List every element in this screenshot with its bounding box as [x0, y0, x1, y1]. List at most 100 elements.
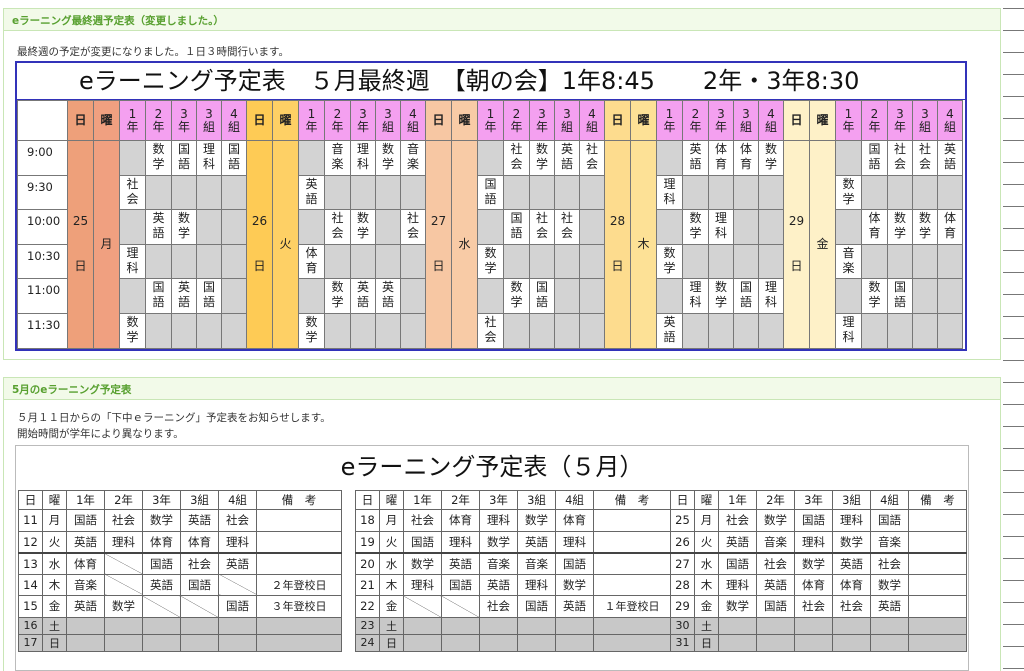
- remarks-cell: [593, 616, 671, 635]
- subject-cell: 国 語: [503, 209, 530, 245]
- empty-slot: [298, 209, 325, 245]
- rule-line: [1003, 162, 1024, 163]
- subject-cell: [142, 595, 181, 618]
- subject-cell: [555, 616, 594, 635]
- weekday-cell: 火: [379, 530, 404, 553]
- subject-cell: 音楽: [870, 530, 909, 553]
- column-header: 1年: [66, 490, 105, 510]
- date-cell: 11: [18, 509, 43, 532]
- subject-cell: 体 育: [708, 140, 734, 176]
- weekday-header: 曜: [93, 100, 120, 141]
- empty-slot: [861, 174, 888, 211]
- subject-cell: 英 語: [375, 278, 401, 314]
- subject-cell: [403, 616, 442, 635]
- remarks-cell: [908, 616, 967, 635]
- rule-line: [1003, 448, 1024, 449]
- empty-slot: [221, 278, 247, 314]
- subject-cell: 理科: [794, 530, 833, 553]
- empty-slot: [579, 312, 605, 349]
- subject-cell: 数 学: [477, 243, 504, 280]
- subject-cell: 国語: [517, 595, 556, 618]
- subject-cell: 数 学: [503, 278, 530, 314]
- empty-slot: [682, 312, 709, 349]
- subject-cell: 英 語: [350, 278, 376, 314]
- empty-slot: [375, 174, 401, 211]
- column-header: 4組: [218, 490, 257, 510]
- date-cell: 19: [355, 530, 380, 553]
- subject-cell: 社 会: [554, 209, 580, 245]
- date-cell: 26: [670, 530, 695, 553]
- date-cell: 25 日: [67, 140, 94, 349]
- empty-slot: [529, 174, 555, 211]
- class-header: 3 組: [554, 100, 580, 141]
- day-header: 日: [67, 100, 94, 141]
- weekday-header: 曜: [630, 100, 657, 141]
- subject-cell: 数 学: [119, 312, 146, 349]
- time-slot: 11:00: [17, 278, 68, 314]
- empty-slot: [477, 278, 504, 314]
- subject-cell: 体 育: [733, 140, 759, 176]
- subject-cell: 体 育: [298, 243, 325, 280]
- subject-cell: 国 語: [477, 174, 504, 211]
- class-header: 2 年: [503, 100, 530, 141]
- column-header: 3組: [517, 490, 556, 510]
- empty-slot: [350, 243, 376, 280]
- weekday-cell: 木: [694, 573, 719, 596]
- subject-cell: [479, 616, 518, 635]
- subject-cell: 国語: [794, 509, 833, 532]
- subject-cell: 理 科: [708, 209, 734, 245]
- class-header: 4 組: [221, 100, 247, 141]
- subject-cell: 数 学: [145, 140, 172, 176]
- empty-slot: [196, 243, 222, 280]
- subject-cell: 音 楽: [324, 140, 351, 176]
- class-header: 3 年: [350, 100, 376, 141]
- weekday-header: 曜: [451, 100, 478, 141]
- subject-cell: 数 学: [298, 312, 325, 349]
- empty-slot: [324, 243, 351, 280]
- subject-cell: 体 育: [861, 209, 888, 245]
- subject-cell: 理 科: [196, 140, 222, 176]
- rule-line: [1003, 250, 1024, 251]
- weekday-cell: 金: [42, 595, 67, 618]
- weekday-cell: 土: [694, 616, 719, 635]
- date-cell: 14: [18, 573, 43, 596]
- empty-slot: [554, 312, 580, 349]
- subject-cell: 社 会: [503, 140, 530, 176]
- subject-cell: 体 育: [937, 209, 963, 245]
- subject-cell: 国語: [555, 551, 594, 575]
- remarks-cell: １年登校日: [593, 595, 671, 618]
- rule-line: [1003, 338, 1024, 339]
- subject-cell: 数学: [142, 509, 181, 532]
- subject-cell: 英 語: [171, 278, 197, 314]
- remarks-cell: [593, 509, 671, 532]
- empty-slot: [579, 209, 605, 245]
- subject-cell: 英語: [218, 551, 257, 575]
- weekday-cell: 水: [694, 551, 719, 575]
- subject-cell: [756, 633, 795, 652]
- empty-slot: [758, 312, 784, 349]
- subject-cell: 理科: [517, 573, 556, 596]
- class-header: 3 年: [171, 100, 197, 141]
- class-header: 3 組: [912, 100, 938, 141]
- subject-cell: 数 学: [887, 209, 913, 245]
- empty-slot: [324, 312, 351, 349]
- empty-slot: [861, 312, 888, 349]
- weekday-header: 曜: [809, 100, 836, 141]
- remarks-cell: [256, 633, 342, 652]
- subject-cell: 社会: [870, 551, 909, 575]
- column-header: 日: [18, 490, 43, 510]
- subject-cell: 数学: [104, 595, 143, 618]
- subject-cell: 社 会: [887, 140, 913, 176]
- weekday-cell: 土: [42, 616, 67, 635]
- subject-cell: 体育: [180, 530, 219, 553]
- empty-slot: [145, 174, 172, 211]
- weekday-cell: 金: [379, 595, 404, 618]
- rule-line: [1003, 382, 1024, 383]
- empty-slot: [887, 243, 913, 280]
- subject-cell: 英語: [66, 530, 105, 553]
- empty-slot: [529, 243, 555, 280]
- empty-slot: [733, 174, 759, 211]
- empty-slot: [221, 209, 247, 245]
- subject-cell: [555, 633, 594, 652]
- class-header: 2 年: [861, 100, 888, 141]
